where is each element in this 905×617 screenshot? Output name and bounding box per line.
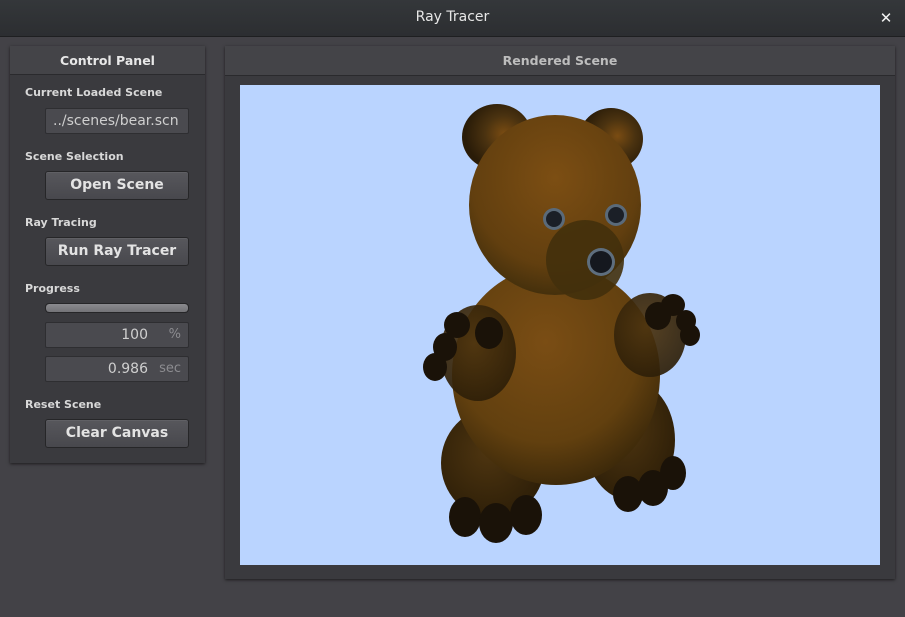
- window-title: Ray Tracer: [415, 9, 490, 25]
- elapsed-time-unit: sec: [159, 361, 181, 376]
- control-panel-header: Control Panel: [10, 46, 205, 75]
- reset-scene-label: Reset Scene: [25, 398, 102, 411]
- control-panel: Control Panel Current Loaded Scene ../sc…: [10, 46, 205, 463]
- current-scene-field[interactable]: ../scenes/bear.scn: [45, 108, 189, 134]
- progress-bar: [45, 303, 189, 313]
- ray-tracing-label: Ray Tracing: [25, 216, 97, 229]
- scene-selection-label: Scene Selection: [25, 150, 124, 163]
- elapsed-time-value: 0.986: [107, 361, 148, 377]
- rendered-scene-header: Rendered Scene: [225, 46, 895, 76]
- progress-percent-field: 100 %: [45, 322, 189, 348]
- rendered-scene-panel: Rendered Scene: [225, 46, 895, 579]
- progress-percent-unit: %: [168, 327, 181, 342]
- progress-bar-fill: [46, 304, 188, 312]
- progress-percent-value: 100: [121, 327, 148, 343]
- open-scene-button[interactable]: Open Scene: [45, 171, 189, 200]
- close-icon[interactable]: ✕: [877, 7, 895, 29]
- title-bar: Ray Tracer ✕: [0, 0, 905, 37]
- rendered-bear-image: [423, 104, 700, 543]
- elapsed-time-field: 0.986 sec: [45, 356, 189, 382]
- render-canvas: [240, 85, 880, 565]
- progress-label: Progress: [25, 282, 80, 295]
- current-scene-label: Current Loaded Scene: [25, 86, 163, 99]
- run-ray-tracer-button[interactable]: Run Ray Tracer: [45, 237, 189, 266]
- clear-canvas-button[interactable]: Clear Canvas: [45, 419, 189, 448]
